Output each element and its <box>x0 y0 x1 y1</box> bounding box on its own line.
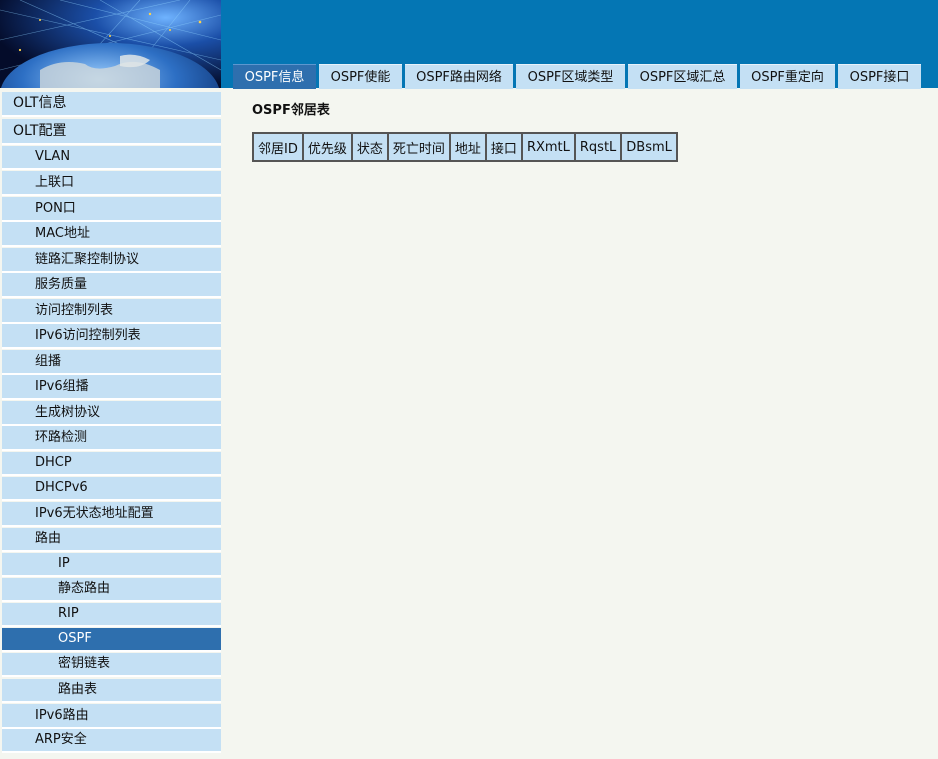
column-header: 状态 <box>350 132 389 162</box>
column-header: DBsmL <box>620 132 678 162</box>
column-header: RXmtL <box>520 132 576 162</box>
sidebar-item-item-3[interactable]: 上联口 <box>2 171 221 196</box>
sidebar-item-item-13[interactable]: 环路检测 <box>2 426 221 451</box>
sidebar-item-item-7[interactable]: 服务质量 <box>2 273 221 298</box>
sidebar-item-mac[interactable]: MAC地址 <box>2 222 221 247</box>
tab-ospf-area-type[interactable]: OSPF区域类型 <box>516 64 625 89</box>
sidebar-item-item-17[interactable]: 路由 <box>2 528 221 552</box>
tab-ospf-redistribute[interactable]: OSPF重定向 <box>740 64 835 89</box>
sidebar-item-item-23[interactable]: 路由表 <box>2 679 221 703</box>
sidebar-item-item-19[interactable]: 静态路由 <box>2 578 221 602</box>
table-header-row: 邻居ID 优先级 状态 死亡时间 地址 接口 RXmtL RqstL DBsmL <box>252 132 678 162</box>
sidebar-item-pon[interactable]: PON口 <box>2 197 221 222</box>
tab-ospf-area-summary[interactable]: OSPF区域汇总 <box>628 64 737 89</box>
tab-ospf-interface[interactable]: OSPF接口 <box>838 64 921 89</box>
sidebar-item-ip[interactable]: IP <box>2 553 221 577</box>
sidebar-item-ipv6[interactable]: IPv6路由 <box>2 704 221 729</box>
sidebar-nav: OLT信息 OLT配置 VLAN 上联口 PON口 MAC地址 链路汇聚控制协议 服务质量 访问… <box>0 88 223 759</box>
sidebar-item-item-10[interactable]: 组播 <box>2 350 221 375</box>
sidebar-item-ipv6[interactable]: IPv6组播 <box>2 375 221 400</box>
sidebar-item-vlan[interactable]: VLAN <box>2 146 221 170</box>
tab-ospf-route-network[interactable]: OSPF路由网络 <box>405 64 513 89</box>
column-header: RqstL <box>573 132 623 162</box>
sidebar-item-item-8[interactable]: 访问控制列表 <box>2 299 221 324</box>
sidebar-item-ipv6[interactable]: IPv6访问控制列表 <box>2 324 221 349</box>
sidebar-item-dhcpv6[interactable]: DHCPv6 <box>2 477 221 501</box>
tab-ospf-enable[interactable]: OSPF使能 <box>319 64 402 89</box>
sidebar-item-dhcp[interactable]: DHCP <box>2 452 221 476</box>
sidebar-item-arp[interactable]: ARP安全 <box>2 729 221 753</box>
sidebar-item-ipv6[interactable]: IPv6无状态地址配置 <box>2 502 221 527</box>
column-header: 邻居ID <box>252 132 304 162</box>
header-banner <box>221 0 938 56</box>
sidebar-item-item-22[interactable]: 密钥链表 <box>2 653 221 677</box>
sidebar-item-item-6[interactable]: 链路汇聚控制协议 <box>2 248 221 273</box>
banner-globe-logo <box>0 0 221 88</box>
column-header: 地址 <box>448 132 487 162</box>
sidebar-item-item-12[interactable]: 生成树协议 <box>2 401 221 426</box>
sidebar-item-ospf[interactable]: OSPF <box>2 628 221 652</box>
column-header: 接口 <box>484 132 523 162</box>
sidebar-item-rip[interactable]: RIP <box>2 603 221 627</box>
section-title: OSPF邻居表 <box>252 103 330 118</box>
tab-ospf-info[interactable]: OSPF信息 <box>233 64 316 89</box>
column-header: 优先级 <box>301 132 353 162</box>
sidebar-item-olt[interactable]: OLT配置 <box>2 119 221 145</box>
column-header: 死亡时间 <box>386 132 451 162</box>
sidebar-item-olt[interactable]: OLT信息 <box>2 92 221 117</box>
ospf-neighbor-table: 邻居ID 优先级 状态 死亡时间 地址 接口 RXmtL RqstL DBsmL <box>252 132 678 162</box>
